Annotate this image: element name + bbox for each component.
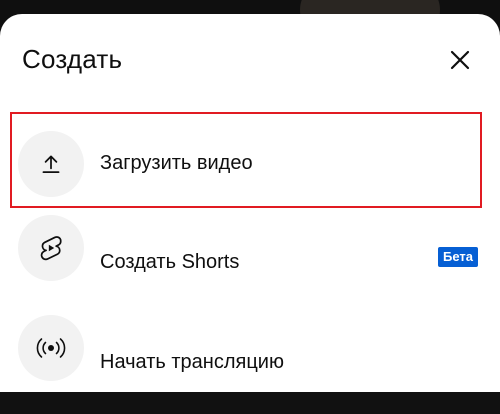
close-icon [450, 50, 470, 70]
upload-icon-circle [18, 131, 84, 197]
shorts-icon [40, 236, 62, 261]
upload-video-item[interactable]: Загрузить видео [0, 114, 500, 214]
close-button[interactable] [442, 42, 478, 78]
live-icon-circle [18, 315, 84, 381]
upload-icon [42, 155, 60, 173]
sheet-title: Создать [22, 44, 123, 74]
upload-video-label: Загрузить видео [100, 152, 253, 174]
create-bottom-sheet: Создать Загрузить видео Создать Shorts Н… [0, 14, 500, 392]
start-live-label: Начать трансляцию [100, 351, 284, 373]
create-shorts-label: Создать Shorts [100, 251, 240, 273]
beta-badge: Бета [438, 247, 478, 267]
live-broadcast-icon [36, 338, 66, 358]
start-live-item[interactable]: Начать трансляцию [0, 314, 500, 414]
shorts-icon-circle [18, 215, 84, 281]
sheet-header: Создать [22, 40, 478, 80]
create-shorts-item[interactable]: Создать Shorts [0, 214, 500, 314]
